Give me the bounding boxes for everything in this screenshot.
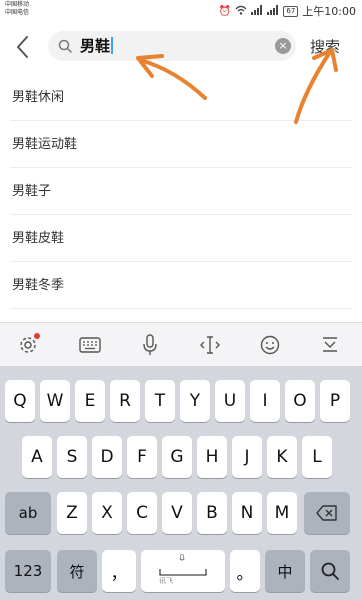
key-d[interactable]: D <box>92 436 122 478</box>
search-query: 男鞋 <box>80 37 111 55</box>
smiley-icon <box>260 335 280 355</box>
notification-dot <box>34 333 40 339</box>
alarm-icon: ⏰ <box>218 5 232 17</box>
emoji-button[interactable] <box>258 333 282 357</box>
key-h[interactable]: H <box>197 436 227 478</box>
key-z[interactable]: Z <box>57 492 87 534</box>
key-language[interactable]: 中 <box>265 550 305 592</box>
key-u[interactable]: U <box>215 380 245 422</box>
backspace-key[interactable] <box>304 492 350 534</box>
keyboard-icon <box>79 337 101 353</box>
key-p[interactable]: P <box>320 380 350 422</box>
key-f[interactable]: F <box>127 436 157 478</box>
suggestion-item[interactable]: 男鞋冬季 <box>10 262 352 309</box>
suggestion-item[interactable]: 男鞋休闲 <box>10 74 352 121</box>
key-s[interactable]: S <box>57 436 87 478</box>
key-k[interactable]: K <box>267 436 297 478</box>
key-i[interactable]: I <box>250 380 280 422</box>
key-y[interactable]: Y <box>180 380 210 422</box>
search-icon <box>58 39 72 53</box>
status-bar: 中国移动 中国电信 ⏰ 67 上午10:00 <box>0 0 362 22</box>
carrier-info: 中国移动 中国电信 <box>5 1 29 17</box>
key-ab-toggle[interactable]: ab <box>5 492 51 534</box>
signal-icon-2 <box>267 4 279 18</box>
search-icon <box>321 562 339 580</box>
key-a[interactable]: A <box>22 436 52 478</box>
clear-icon[interactable]: × <box>275 38 291 54</box>
microphone-icon <box>143 334 157 355</box>
cursor-move-button[interactable] <box>198 333 222 357</box>
hide-keyboard-button[interactable] <box>318 333 342 357</box>
search-submit-button[interactable]: 搜索 <box>310 36 340 57</box>
key-b[interactable]: B <box>197 492 227 534</box>
signal-icon <box>251 4 263 18</box>
key-q[interactable]: Q <box>5 380 35 422</box>
keyboard: Q W E R T Y U I O P A S D F G H J K L ab… <box>0 366 362 600</box>
key-e[interactable]: E <box>75 380 105 422</box>
carrier-2: 中国电信 <box>5 9 30 16</box>
key-period[interactable]: 。 <box>230 550 260 592</box>
key-c[interactable]: C <box>127 492 157 534</box>
key-l[interactable]: L <box>302 436 332 478</box>
back-button[interactable] <box>12 34 34 60</box>
keyboard-layout-button[interactable] <box>78 333 102 357</box>
status-right: ⏰ 67 上午10:00 <box>219 3 356 19</box>
key-x[interactable]: X <box>92 492 122 534</box>
search-input[interactable]: 男鞋 × <box>48 31 296 61</box>
cursor-icon <box>200 336 220 354</box>
voice-input-button[interactable] <box>138 333 162 357</box>
search-header: 男鞋 × 搜索 <box>0 22 362 74</box>
status-time: 上午10:00 <box>302 5 356 18</box>
keyboard-settings-button[interactable] <box>16 333 40 357</box>
text-caret <box>111 37 114 54</box>
wifi-icon <box>235 5 247 18</box>
key-w[interactable]: W <box>40 380 70 422</box>
key-o[interactable]: O <box>285 380 315 422</box>
chevron-left-icon <box>17 36 28 58</box>
keyboard-toolbar <box>0 322 362 366</box>
key-n[interactable]: N <box>232 492 262 534</box>
key-v[interactable]: V <box>162 492 192 534</box>
carrier-1: 中国移动 <box>5 1 30 8</box>
space-hint: 讯飞 <box>159 577 173 585</box>
suggestion-item[interactable]: 男鞋子 <box>10 168 352 215</box>
microphone-small-icon <box>179 554 185 561</box>
key-comma[interactable]: ， <box>102 550 136 592</box>
key-symbols[interactable]: 符 <box>57 550 97 592</box>
suggestion-item[interactable]: 男鞋运动鞋 <box>10 121 352 168</box>
key-123[interactable]: 123 <box>5 550 51 592</box>
key-m[interactable]: M <box>267 492 297 534</box>
key-j[interactable]: J <box>232 436 262 478</box>
backspace-icon <box>316 505 337 521</box>
key-r[interactable]: R <box>110 380 140 422</box>
key-search[interactable] <box>310 550 350 592</box>
collapse-keyboard-icon <box>323 337 337 352</box>
key-t[interactable]: T <box>145 380 175 422</box>
space-key[interactable]: 讯飞 <box>141 550 225 592</box>
suggestion-item[interactable]: 男鞋皮鞋 <box>10 215 352 262</box>
key-g[interactable]: G <box>162 436 192 478</box>
battery-indicator: 67 <box>283 5 299 17</box>
suggestion-list: 男鞋休闲 男鞋运动鞋 男鞋子 男鞋皮鞋 男鞋冬季 <box>0 74 362 309</box>
